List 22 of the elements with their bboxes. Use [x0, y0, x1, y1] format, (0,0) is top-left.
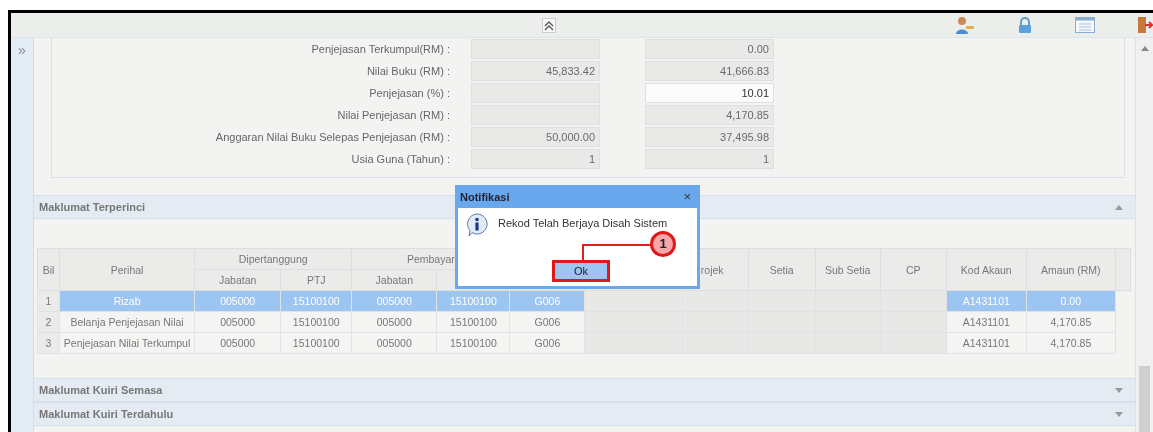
column-header: CP — [880, 248, 947, 291]
column-header: Sub Setia — [815, 248, 881, 291]
column-group-header: Dipertanggung — [194, 248, 352, 270]
field-label: Nilai Buku (RM) : — [365, 65, 451, 77]
column-header: Perihal — [59, 248, 195, 291]
section-title: Maklumat Terperinci — [39, 201, 146, 213]
field-label: Penjejasan (%) : — [368, 87, 451, 99]
column-header: Bil — [37, 248, 60, 291]
column-header: Setia — [748, 248, 816, 291]
field-label: Penjejasan Terkumpul(RM) : — [310, 43, 451, 55]
section-title: Maklumat Kuiri Semasa — [39, 384, 163, 396]
dialog-message: Rekod Telah Berjaya Disah Sistem — [498, 217, 668, 229]
field-label: Anggaran Nilai Buku Selepas Penjejasan (RM) : — [214, 131, 451, 143]
column-header: Kod Akaun — [946, 248, 1027, 291]
section-title: Maklumat Kuiri Terdahulu — [39, 408, 174, 420]
dialog-title: Notifikasi — [460, 191, 510, 203]
field-label: Usia Guna (Tahun) : — [350, 153, 451, 165]
table-cell: 2 — [37, 311, 60, 333]
field-label: Nilai Penjejasan (RM) : — [336, 109, 451, 121]
column-header: Amaun (RM) — [1026, 248, 1116, 291]
table-cell: 3 — [37, 332, 60, 354]
table-cell: 1 — [37, 290, 60, 312]
